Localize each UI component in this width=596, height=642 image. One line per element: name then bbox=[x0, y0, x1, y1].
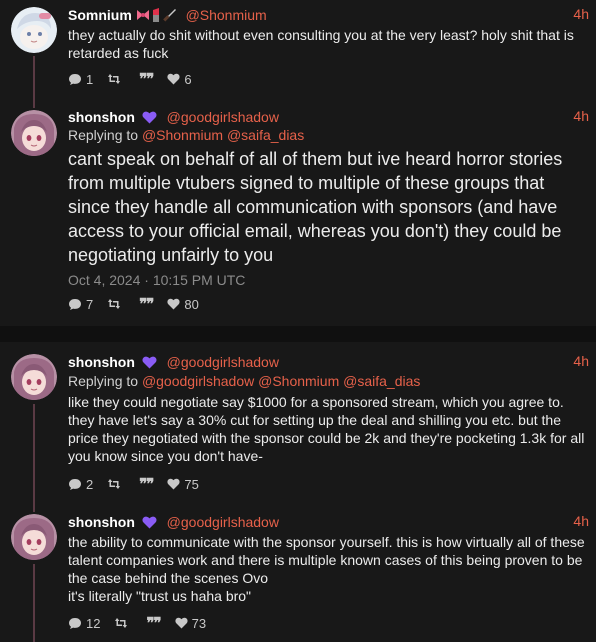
avatar-shonshon-image bbox=[11, 514, 57, 560]
tweet-header: Somnium @Shonmium bbox=[68, 6, 267, 26]
thread-line bbox=[33, 504, 35, 512]
reply-count: 12 bbox=[86, 615, 101, 631]
tweet-stats: 7 ❞❞ 80 bbox=[68, 295, 213, 313]
retweet-icon bbox=[108, 74, 121, 84]
username[interactable]: @goodgirlshadow bbox=[167, 109, 279, 125]
retweet-stat[interactable] bbox=[107, 73, 125, 85]
tweet-stats: 2 ❞❞ 75 bbox=[68, 475, 213, 493]
tweet-text: like they could negotiate say $1000 for … bbox=[68, 394, 585, 464]
timestamp[interactable]: 4h bbox=[573, 108, 589, 124]
like-stat[interactable]: 75 bbox=[167, 476, 199, 492]
thread-separator bbox=[0, 326, 596, 342]
reply-stat[interactable]: 7 bbox=[68, 297, 93, 312]
username[interactable]: @goodgirlshadow bbox=[167, 354, 279, 370]
heart-icon bbox=[167, 298, 180, 310]
quote-icon: ❞❞ bbox=[139, 476, 154, 493]
thread-line bbox=[33, 404, 35, 504]
like-stat[interactable]: 80 bbox=[167, 296, 199, 312]
tweet-text-line: the ability to communicate with the spon… bbox=[68, 534, 585, 586]
heart-icon bbox=[167, 478, 180, 490]
retweet-icon bbox=[115, 618, 128, 628]
like-stat[interactable]: 73 bbox=[175, 616, 206, 631]
avatar[interactable] bbox=[11, 514, 57, 560]
replying-label: Replying to bbox=[68, 127, 139, 143]
tweet-header: shonshon @goodgirlshadow bbox=[68, 108, 279, 126]
reply-count: 7 bbox=[86, 296, 94, 312]
tweet-3[interactable]: shonshon @goodgirlshadow 4h Replying to … bbox=[0, 344, 596, 504]
replying-label: Replying to bbox=[68, 373, 139, 389]
tweet-4[interactable]: shonshon @goodgirlshadow 4h the ability … bbox=[0, 504, 596, 642]
like-count: 75 bbox=[184, 476, 199, 492]
thread-line bbox=[33, 100, 35, 108]
avatar-shonshon-image bbox=[11, 354, 57, 400]
quote-icon: ❞❞ bbox=[139, 296, 154, 313]
reply-stat[interactable]: 1 bbox=[68, 72, 93, 87]
tweet-2[interactable]: shonshon @goodgirlshadow 4h Replying to … bbox=[0, 100, 596, 324]
like-count: 80 bbox=[184, 296, 199, 312]
comment-icon bbox=[69, 298, 81, 310]
timestamp[interactable]: 4h bbox=[573, 513, 589, 529]
avatar[interactable] bbox=[11, 7, 57, 53]
tweet-text: the ability to communicate with the spon… bbox=[68, 533, 586, 605]
retweet-stat[interactable] bbox=[107, 478, 125, 490]
thread-line bbox=[33, 564, 35, 642]
heart-icon bbox=[175, 617, 188, 629]
retweet-stat[interactable] bbox=[114, 617, 132, 629]
timestamp[interactable]: 4h bbox=[573, 6, 589, 22]
display-name[interactable]: Somnium bbox=[68, 7, 132, 23]
tweet-text: they actually do shit without even consu… bbox=[68, 27, 574, 61]
reply-stat[interactable]: 2 bbox=[68, 477, 93, 492]
like-count: 6 bbox=[184, 71, 192, 87]
tweet-text: cant speak on behalf of all of them but … bbox=[68, 149, 563, 265]
username[interactable]: @Shonmium bbox=[186, 7, 267, 23]
like-count: 73 bbox=[191, 615, 207, 631]
tweet-header: shonshon @goodgirlshadow bbox=[68, 353, 279, 371]
tweet-text-line: it's literally "trust us haha bro" bbox=[68, 588, 252, 604]
username[interactable]: @goodgirlshadow bbox=[167, 514, 279, 530]
display-name[interactable]: shonshon bbox=[68, 354, 135, 370]
timestamp[interactable]: 4h bbox=[573, 353, 589, 369]
replying-to-users[interactable]: @Shonmium @saifa_dias bbox=[142, 127, 304, 143]
purple-heart-icon bbox=[142, 356, 157, 369]
avatar[interactable] bbox=[11, 110, 57, 156]
reply-count: 1 bbox=[86, 71, 94, 87]
thread-line bbox=[33, 56, 35, 100]
tweet-stats: 12 ❞❞ 73 bbox=[68, 614, 220, 632]
quote-icon: ❞❞ bbox=[139, 71, 154, 88]
tweet-date[interactable]: Oct 4, 2024 · 10:15 PM UTC bbox=[68, 272, 245, 288]
tweet-1[interactable]: Somnium @Shonmium 4h they actually do sh… bbox=[0, 0, 596, 100]
purple-heart-icon bbox=[142, 516, 157, 529]
avatar-somnium-image bbox=[11, 7, 57, 53]
replying-to: Replying to @Shonmium @saifa_dias bbox=[68, 127, 304, 143]
replying-to-users[interactable]: @goodgirlshadow @Shonmium @saifa_dias bbox=[142, 373, 420, 389]
comment-icon bbox=[69, 73, 81, 85]
tweet-header: shonshon @goodgirlshadow bbox=[68, 513, 279, 531]
avatar[interactable] bbox=[11, 354, 57, 400]
lipstick-emoji bbox=[150, 8, 162, 26]
display-name[interactable]: shonshon bbox=[68, 109, 135, 125]
purple-heart-icon bbox=[142, 111, 157, 124]
quote-stat[interactable]: ❞❞ bbox=[139, 475, 154, 493]
retweet-icon bbox=[108, 299, 121, 309]
quote-stat[interactable]: ❞❞ bbox=[146, 614, 161, 632]
reply-count: 2 bbox=[86, 476, 94, 492]
ribbon-emoji bbox=[136, 8, 150, 26]
display-name[interactable]: shonshon bbox=[68, 514, 135, 530]
retweet-icon bbox=[108, 479, 121, 489]
avatar-shonshon-image bbox=[11, 110, 57, 156]
tweet-stats: 1 ❞❞ 6 bbox=[68, 70, 206, 88]
comment-icon bbox=[69, 478, 81, 490]
reply-stat[interactable]: 12 bbox=[68, 616, 100, 631]
like-stat[interactable]: 6 bbox=[167, 71, 192, 87]
retweet-stat[interactable] bbox=[107, 298, 125, 310]
heart-icon bbox=[167, 73, 180, 85]
knife-emoji bbox=[162, 8, 176, 26]
replying-to: Replying to @goodgirlshadow @Shonmium @s… bbox=[68, 373, 420, 389]
comment-icon bbox=[69, 617, 81, 629]
quote-icon: ❞❞ bbox=[146, 615, 161, 632]
quote-stat[interactable]: ❞❞ bbox=[139, 70, 154, 88]
quote-stat[interactable]: ❞❞ bbox=[139, 295, 154, 313]
